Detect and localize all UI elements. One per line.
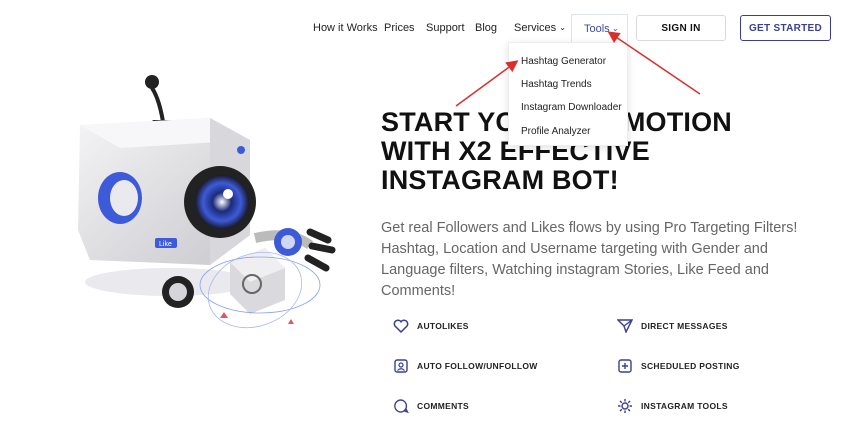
nav-how-it-works[interactable]: How it Works — [313, 22, 378, 34]
feature-auto-follow: AUTO FOLLOW/UNFOLLOW — [392, 357, 538, 375]
nav-services-label: Services — [514, 22, 557, 34]
feature-label: COMMENTS — [417, 401, 469, 411]
nav-tools[interactable]: Tools ⌄ — [571, 14, 628, 42]
feature-label: SCHEDULED POSTING — [641, 361, 740, 371]
comment-icon — [392, 397, 410, 415]
feature-autolikes: AUTOLIKES — [392, 317, 469, 335]
menu-item-instagram-downloader[interactable]: Instagram Downloader — [521, 102, 622, 113]
menu-item-hashtag-generator[interactable]: Hashtag Generator — [521, 56, 606, 67]
feature-label: DIRECT MESSAGES — [641, 321, 728, 331]
menu-item-hashtag-trends[interactable]: Hashtag Trends — [521, 79, 592, 90]
robot-illustration: Like — [78, 75, 336, 329]
headline-line-3: INSTAGRAM BOT! — [381, 165, 619, 195]
gear-icon — [616, 397, 634, 415]
feature-label: INSTAGRAM TOOLS — [641, 401, 728, 411]
feature-scheduled-posting: SCHEDULED POSTING — [616, 357, 740, 375]
feature-instagram-tools: INSTAGRAM TOOLS — [616, 397, 728, 415]
get-started-button[interactable]: GET STARTED — [740, 15, 831, 41]
chevron-down-icon: ⌄ — [559, 23, 566, 32]
feature-direct-messages: DIRECT MESSAGES — [616, 317, 728, 335]
top-navigation: How it Works Prices Support Blog Service… — [0, 0, 864, 56]
nav-services[interactable]: Services ⌄ — [514, 22, 566, 34]
feature-label: AUTO FOLLOW/UNFOLLOW — [417, 361, 538, 371]
nav-prices[interactable]: Prices — [384, 22, 415, 34]
plus-square-icon — [616, 357, 634, 375]
sign-in-button[interactable]: SIGN IN — [636, 15, 726, 41]
nav-tools-label: Tools — [584, 23, 610, 35]
arrow-to-hashtag-generator — [455, 60, 519, 107]
follow-icon — [392, 357, 410, 375]
like-badge-text: Like — [159, 241, 172, 248]
feature-label: AUTOLIKES — [417, 321, 469, 331]
nav-support[interactable]: Support — [426, 22, 465, 34]
feature-comments: COMMENTS — [392, 397, 469, 415]
chevron-down-icon: ⌄ — [612, 24, 619, 33]
nav-blog[interactable]: Blog — [475, 22, 497, 34]
menu-item-profile-analyzer[interactable]: Profile Analyzer — [521, 126, 590, 137]
heart-icon — [392, 317, 410, 335]
hero-description: Get real Followers and Likes flows by us… — [381, 220, 798, 299]
tools-dropdown-menu: Hashtag Generator Hashtag Trends Instagr… — [508, 42, 628, 146]
send-icon — [616, 317, 634, 335]
